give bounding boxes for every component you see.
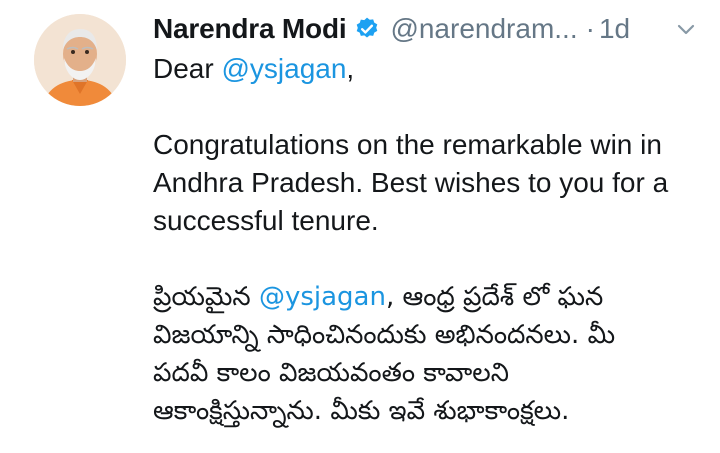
telugu-line-4: ఆకాంక్షిస్తున్నాను. మీకు ఇవే శుభాకాంక్షల… bbox=[153, 396, 570, 426]
telugu-prefix: ప్రియమైన bbox=[153, 282, 251, 312]
tweet-card[interactable]: Narendra Modi @narendram... · 1d Dear @y… bbox=[0, 0, 720, 453]
separator-dot: · bbox=[585, 13, 595, 44]
author-handle[interactable]: @narendram... bbox=[390, 13, 577, 45]
chevron-down-icon[interactable] bbox=[675, 18, 697, 40]
tweet-header: Narendra Modi @narendram... · 1d bbox=[153, 10, 693, 48]
mention-link[interactable]: @ysjagan bbox=[259, 282, 386, 312]
mention-link[interactable]: @ysjagan bbox=[221, 53, 346, 84]
greeting-prefix: Dear bbox=[153, 53, 214, 84]
author-name[interactable]: Narendra Modi bbox=[153, 13, 347, 45]
telugu-line-1: ప్రియమైన @ysjagan, ఆంధ్ర ప్రదేశ్ లో ఘన bbox=[153, 278, 713, 316]
greeting-suffix: , bbox=[346, 53, 355, 84]
english-line-1: Congratulations on the remarkable win in bbox=[153, 129, 662, 160]
english-line-3: successful tenure. bbox=[153, 205, 379, 236]
telugu-line-1-rest: , ఆంధ్ర ప్రదేశ్ లో ఘన bbox=[385, 282, 604, 312]
timestamp[interactable]: 1d bbox=[599, 13, 630, 45]
telugu-line-3: పదవీ కాలం విజయవంతం కావాలని bbox=[153, 358, 509, 388]
profile-photo-icon bbox=[34, 14, 126, 106]
telugu-line-2: విజయాన్ని సాధించినందుకు అభినందనలు. మీ bbox=[153, 320, 616, 350]
english-line-2: Andhra Pradesh. Best wishes to you for a bbox=[153, 167, 669, 198]
avatar[interactable] bbox=[34, 14, 126, 106]
tweet-text: Dear @ysjagan, Congratulations on the re… bbox=[153, 50, 713, 430]
greeting-line: Dear @ysjagan, bbox=[153, 50, 713, 88]
verified-badge-icon bbox=[354, 16, 380, 42]
